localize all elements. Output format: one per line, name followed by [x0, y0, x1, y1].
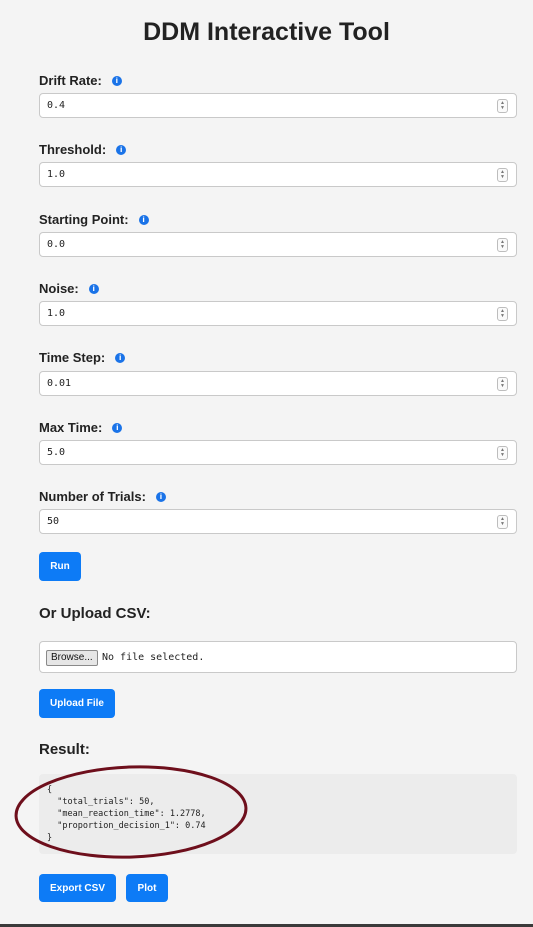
info-icon[interactable]: i: [112, 422, 123, 433]
field-label-drift-rate: Drift Rate: i: [39, 73, 122, 88]
field-label-starting-point: Starting Point: i: [39, 212, 149, 227]
run-button[interactable]: Run: [39, 552, 81, 581]
page-title: DDM Interactive Tool: [143, 18, 390, 46]
spinner-down-icon[interactable]: ▼: [500, 522, 505, 527]
spinner-control[interactable]: ▲ ▼: [497, 307, 508, 321]
field-label-threshold: Threshold: i: [39, 142, 127, 157]
drift-rate-input[interactable]: 0.4 ▲ ▼: [39, 93, 517, 118]
browse-button[interactable]: Browse...: [46, 650, 98, 666]
spinner-down-icon[interactable]: ▼: [500, 314, 505, 319]
spinner-control[interactable]: ▲ ▼: [497, 515, 508, 529]
spinner-down-icon[interactable]: ▼: [500, 453, 505, 458]
info-icon[interactable]: i: [155, 491, 166, 502]
spinner-down-icon[interactable]: ▼: [500, 175, 505, 180]
result-json: { "total_trials": 50, "mean_reaction_tim…: [47, 785, 206, 843]
number-of-trials-input[interactable]: 50 ▲ ▼: [39, 509, 517, 534]
input-value: 1.0: [47, 169, 66, 180]
starting-point-input[interactable]: 0.0 ▲ ▼: [39, 232, 517, 257]
input-value: 50: [47, 516, 60, 527]
spinner-down-icon[interactable]: ▼: [500, 106, 505, 111]
spinner-down-icon[interactable]: ▼: [500, 384, 505, 389]
label-text: Threshold:: [39, 142, 107, 157]
threshold-input[interactable]: 1.0 ▲ ▼: [39, 162, 517, 187]
noise-input[interactable]: 1.0 ▲ ▼: [39, 301, 517, 326]
label-text: Max Time:: [39, 420, 103, 435]
field-label-noise: Noise: i: [39, 281, 99, 296]
label-text: Time Step:: [39, 350, 106, 365]
info-icon[interactable]: i: [115, 352, 126, 363]
field-label-time-step: Time Step: i: [39, 350, 126, 365]
spinner-control[interactable]: ▲ ▼: [497, 238, 508, 252]
info-icon[interactable]: i: [88, 283, 99, 294]
result-output: { "total_trials": 50, "mean_reaction_tim…: [39, 774, 517, 854]
spinner-control[interactable]: ▲ ▼: [497, 446, 508, 460]
field-label-number-of-trials: Number of Trials: i: [39, 489, 166, 504]
label-text: Noise:: [39, 281, 79, 296]
input-value: 0.0: [47, 239, 66, 250]
label-text: Drift Rate:: [39, 73, 102, 88]
upload-heading: Or Upload CSV:: [39, 605, 151, 622]
info-icon[interactable]: i: [111, 75, 122, 86]
max-time-input[interactable]: 5.0 ▲ ▼: [39, 440, 517, 465]
input-value: 0.01: [47, 378, 72, 389]
input-value: 1.0: [47, 308, 66, 319]
export-csv-button[interactable]: Export CSV: [39, 874, 116, 902]
time-step-input[interactable]: 0.01 ▲ ▼: [39, 371, 517, 396]
field-label-max-time: Max Time: i: [39, 420, 123, 435]
spinner-control[interactable]: ▲ ▼: [497, 377, 508, 391]
label-text: Starting Point:: [39, 212, 129, 227]
spinner-down-icon[interactable]: ▼: [500, 245, 505, 250]
spinner-control[interactable]: ▲ ▼: [497, 99, 508, 113]
input-value: 5.0: [47, 447, 66, 458]
upload-file-button[interactable]: Upload File: [39, 689, 115, 718]
file-input[interactable]: Browse... No file selected.: [39, 641, 517, 673]
input-value: 0.4: [47, 100, 66, 111]
label-text: Number of Trials:: [39, 489, 146, 504]
spinner-control[interactable]: ▲ ▼: [497, 168, 508, 182]
plot-button[interactable]: Plot: [126, 874, 168, 902]
info-icon[interactable]: i: [116, 144, 127, 155]
info-icon[interactable]: i: [138, 214, 149, 225]
no-file-text: No file selected.: [102, 652, 205, 663]
result-heading: Result:: [39, 741, 90, 758]
